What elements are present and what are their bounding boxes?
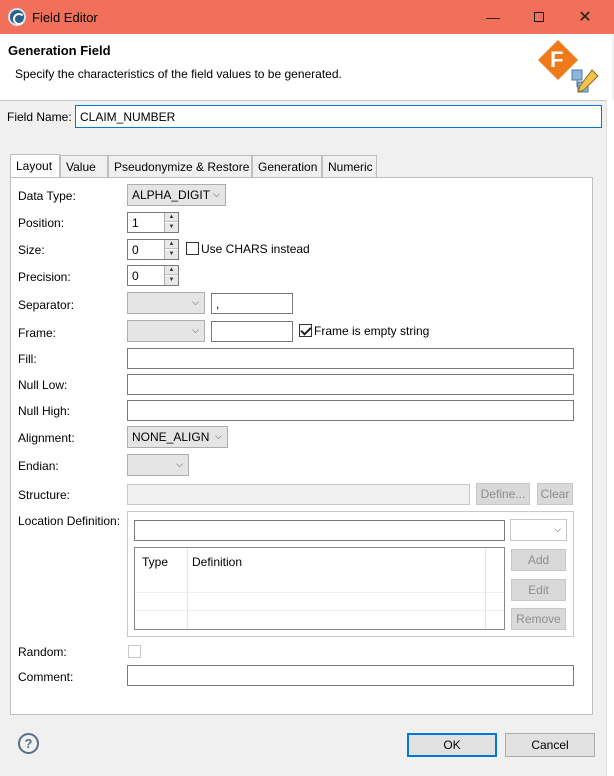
maximize-icon: [534, 12, 544, 22]
comment-label: Comment:: [18, 670, 74, 684]
chevron-down-icon: ⌵: [215, 431, 222, 441]
column-header-definition[interactable]: Definition: [186, 548, 242, 575]
tab-pseudonymize-restore[interactable]: Pseudonymize & Restore: [108, 155, 252, 177]
chevron-down-icon: ⌵: [213, 189, 220, 199]
spin-up-icon[interactable]: ▲: [165, 213, 178, 222]
tab-generation[interactable]: Generation: [252, 155, 322, 177]
chevron-down-icon: ⌵: [176, 459, 183, 469]
page-title: Generation Field: [8, 43, 111, 58]
chevron-down-icon: ⌵: [192, 297, 199, 307]
data-type-select[interactable]: ALPHA_DIGIT ⌵: [127, 184, 226, 206]
field-name-input[interactable]: [75, 105, 602, 128]
size-spinner[interactable]: 0 ▲ ▼: [127, 239, 179, 260]
svg-text:F: F: [550, 47, 563, 72]
location-definition-select[interactable]: ⌵: [510, 519, 567, 541]
separator-input[interactable]: [211, 293, 293, 314]
alignment-select[interactable]: NONE_ALIGN ⌵: [127, 426, 228, 448]
spin-down-icon[interactable]: ▼: [165, 250, 178, 259]
column-divider: [485, 548, 486, 629]
chevron-down-icon: ⌵: [554, 524, 561, 534]
cancel-button[interactable]: Cancel: [505, 733, 595, 757]
close-icon: ✕: [578, 9, 592, 26]
edit-button[interactable]: Edit: [511, 579, 566, 601]
background-window-edge: [606, 100, 614, 776]
app-icon: [8, 8, 26, 26]
precision-label: Precision:: [18, 270, 71, 284]
frame-empty-label: Frame is empty string: [314, 324, 430, 338]
separator-label: Separator:: [18, 298, 75, 312]
location-definition-label: Location Definition:: [18, 514, 121, 528]
spin-up-icon[interactable]: ▲: [165, 240, 178, 249]
null-low-input[interactable]: [127, 374, 574, 395]
separator-select[interactable]: ⌵: [127, 292, 205, 314]
random-checkbox[interactable]: [128, 645, 141, 658]
ok-button[interactable]: OK: [407, 733, 497, 757]
define-button[interactable]: Define...: [476, 483, 530, 505]
position-value: 1: [132, 216, 139, 230]
tab-value[interactable]: Value: [60, 155, 108, 177]
comment-input[interactable]: [127, 665, 574, 686]
null-high-input[interactable]: [127, 400, 574, 421]
use-chars-checkbox[interactable]: [186, 242, 199, 255]
precision-spinner[interactable]: 0 ▲ ▼: [127, 265, 179, 286]
use-chars-label: Use CHARS instead: [201, 242, 310, 256]
row-divider: [135, 592, 504, 593]
field-logo-icon: F: [538, 40, 599, 93]
field-name-label: Field Name:: [7, 110, 72, 124]
column-header-type[interactable]: Type: [136, 548, 168, 575]
frame-label: Frame:: [18, 326, 57, 340]
column-divider: [187, 548, 188, 629]
fill-label: Fill:: [18, 352, 37, 366]
row-divider: [135, 610, 504, 611]
fill-input[interactable]: [127, 348, 574, 369]
null-high-label: Null High:: [18, 404, 71, 418]
header-divider: [0, 100, 612, 101]
endian-select[interactable]: ⌵: [127, 454, 189, 476]
data-type-label: Data Type:: [18, 189, 76, 203]
frame-input[interactable]: [211, 321, 293, 342]
alignment-label: Alignment:: [18, 431, 75, 445]
position-spinner[interactable]: 1 ▲ ▼: [127, 212, 179, 233]
frame-select[interactable]: ⌵: [127, 320, 205, 342]
close-button[interactable]: ✕: [562, 0, 608, 34]
tab-numeric[interactable]: Numeric: [322, 155, 377, 177]
window-title: Field Editor: [32, 10, 98, 25]
size-label: Size:: [18, 243, 45, 257]
structure-input: [127, 484, 470, 505]
location-definition-input[interactable]: [134, 520, 505, 541]
endian-label: Endian:: [18, 459, 59, 473]
frame-empty-checkbox[interactable]: [299, 324, 312, 337]
spin-down-icon[interactable]: ▼: [165, 276, 178, 285]
position-label: Position:: [18, 216, 65, 230]
minimize-button[interactable]: —: [470, 0, 516, 34]
random-label: Random:: [18, 645, 67, 659]
chevron-down-icon: ⌵: [192, 325, 199, 335]
spin-down-icon[interactable]: ▼: [165, 223, 178, 232]
spin-up-icon[interactable]: ▲: [165, 266, 178, 275]
clear-button[interactable]: Clear: [537, 483, 573, 505]
data-type-value: ALPHA_DIGIT: [132, 188, 211, 202]
location-definition-table[interactable]: Type Definition: [134, 547, 505, 630]
maximize-button[interactable]: [516, 0, 562, 34]
remove-button[interactable]: Remove: [511, 608, 566, 630]
structure-label: Structure:: [18, 488, 71, 502]
precision-value: 0: [132, 269, 139, 283]
add-button[interactable]: Add: [511, 549, 566, 571]
page-description: Specify the characteristics of the field…: [15, 67, 342, 81]
null-low-label: Null Low:: [18, 378, 68, 392]
help-icon[interactable]: ?: [18, 733, 39, 754]
alignment-value: NONE_ALIGN: [132, 430, 210, 444]
size-value: 0: [132, 243, 139, 257]
minimize-icon: —: [486, 9, 500, 25]
tab-layout[interactable]: Layout: [10, 154, 60, 177]
